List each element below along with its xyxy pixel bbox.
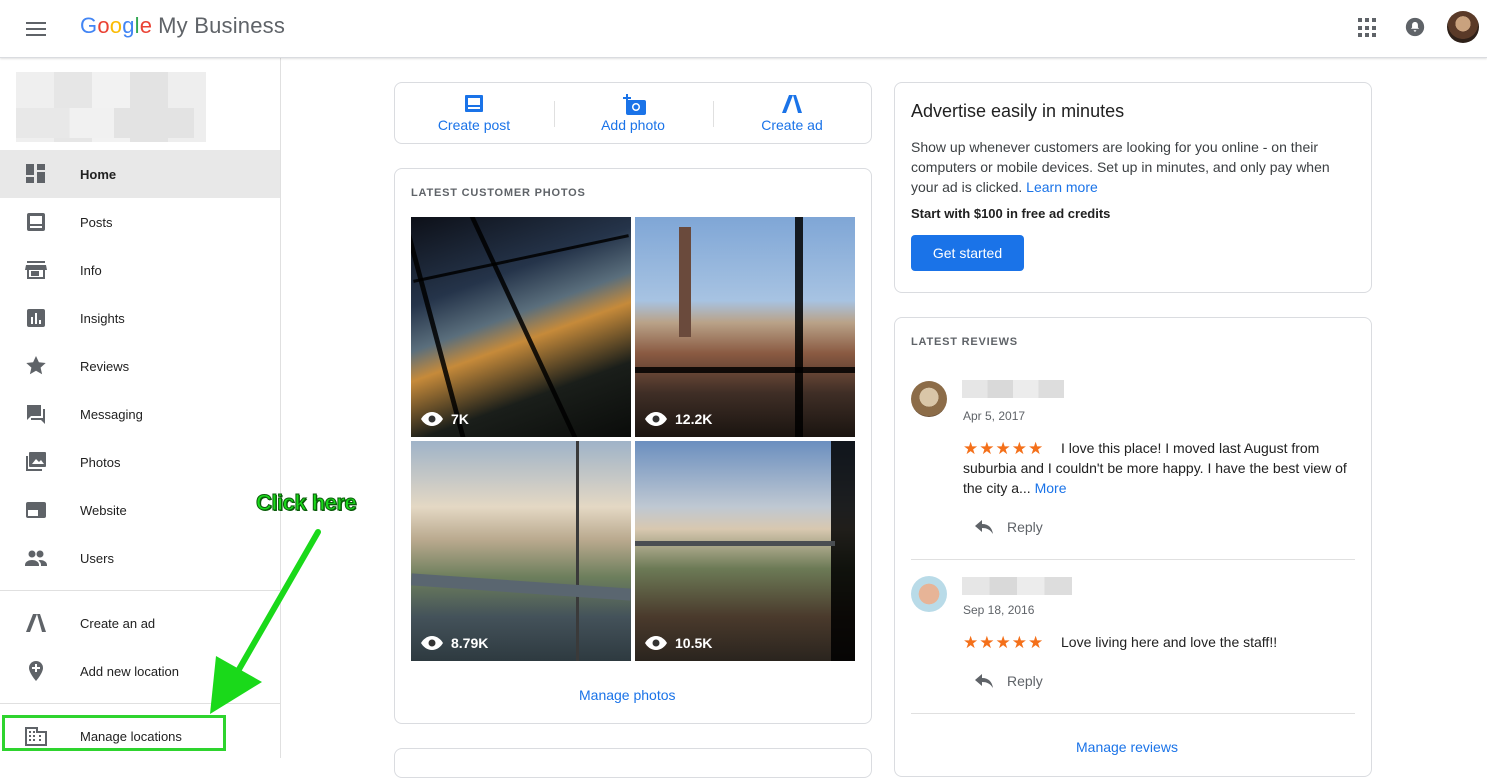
annotation-arrow-icon bbox=[210, 529, 321, 714]
ad-credits-text: Start with $100 in free ad credits bbox=[911, 206, 1111, 221]
add-photo-icon bbox=[623, 94, 646, 115]
storefront-icon bbox=[25, 261, 47, 279]
sidebar-item-messaging[interactable]: Messaging bbox=[0, 390, 280, 438]
review-date: Apr 5, 2017 bbox=[963, 409, 1026, 423]
review-stars: ★★★★★ bbox=[963, 633, 1045, 652]
learn-more-link[interactable]: Learn more bbox=[1026, 179, 1098, 195]
website-icon bbox=[26, 502, 46, 518]
posts-icon bbox=[27, 213, 45, 231]
dashboard-icon bbox=[26, 164, 45, 183]
reply-icon bbox=[975, 520, 993, 534]
sidebar-item-reviews[interactable]: Reviews bbox=[0, 342, 280, 390]
insights-icon bbox=[27, 309, 45, 327]
advertise-body: Show up whenever customers are looking f… bbox=[911, 139, 1330, 195]
photos-icon bbox=[26, 452, 46, 471]
reviewer-name-redacted bbox=[962, 380, 1064, 398]
view-count: 10.5K bbox=[645, 635, 712, 651]
annotation-highlight-box bbox=[2, 715, 226, 751]
next-card bbox=[394, 748, 872, 778]
sidebar-item-photos[interactable]: Photos bbox=[0, 438, 280, 486]
advertise-title: Advertise easily in minutes bbox=[911, 101, 1125, 121]
quick-actions-card: Create post Add photo Create ad bbox=[394, 82, 872, 144]
sidebar-item-website[interactable]: Website bbox=[0, 486, 280, 534]
review-text: Love living here and love the staff!! bbox=[1061, 634, 1278, 650]
reply-button[interactable]: Reply bbox=[975, 673, 1043, 689]
customer-photo[interactable]: 12.2K bbox=[635, 217, 855, 437]
review-divider bbox=[911, 559, 1355, 560]
sidebar-item-info[interactable]: Info bbox=[0, 246, 280, 294]
account-avatar[interactable] bbox=[1447, 11, 1479, 43]
add-photo-button[interactable]: Add photo bbox=[554, 91, 712, 137]
customer-photos-title: LATEST CUSTOMER PHOTOS bbox=[411, 187, 586, 199]
sidebar-item-home[interactable]: Home bbox=[0, 150, 280, 198]
notifications-icon[interactable] bbox=[1404, 16, 1426, 38]
create-post-button[interactable]: Create post bbox=[395, 91, 553, 137]
customer-photos-card: LATEST CUSTOMER PHOTOS 7K 12.2K 8.79K 10… bbox=[394, 168, 872, 724]
reply-button[interactable]: Reply bbox=[975, 519, 1043, 535]
create-ad-button[interactable]: Create ad bbox=[713, 91, 871, 137]
users-icon bbox=[25, 550, 47, 566]
apps-grid-icon[interactable] bbox=[1358, 18, 1378, 38]
sidebar-item-insights[interactable]: Insights bbox=[0, 294, 280, 342]
eye-icon bbox=[645, 636, 667, 650]
advertise-card: Advertise easily in minutes Show up when… bbox=[894, 82, 1372, 293]
annotation-click-here: Click here bbox=[255, 490, 357, 516]
latest-reviews-card: LATEST REVIEWS Apr 5, 2017 ★★★★★ I love … bbox=[894, 317, 1372, 777]
customer-photo[interactable]: 8.79K bbox=[411, 441, 631, 661]
view-count: 12.2K bbox=[645, 411, 712, 427]
reviewer-name-redacted bbox=[962, 577, 1072, 595]
get-started-button[interactable]: Get started bbox=[911, 235, 1024, 271]
review-divider bbox=[911, 713, 1355, 714]
eye-icon bbox=[645, 412, 667, 426]
post-icon bbox=[465, 95, 483, 112]
ads-icon bbox=[26, 614, 46, 632]
star-icon bbox=[26, 356, 46, 375]
messaging-icon bbox=[27, 405, 45, 424]
manage-photos-link[interactable]: Manage photos bbox=[579, 687, 676, 703]
customer-photo[interactable]: 10.5K bbox=[635, 441, 855, 661]
product-name: My Business bbox=[158, 13, 286, 38]
sidebar-item-posts[interactable]: Posts bbox=[0, 198, 280, 246]
menu-icon[interactable] bbox=[24, 18, 48, 40]
view-count: 7K bbox=[421, 411, 469, 427]
customer-photo[interactable]: 7K bbox=[411, 217, 631, 437]
reviewer-avatar[interactable] bbox=[911, 381, 947, 417]
ads-icon bbox=[782, 95, 802, 113]
review-text: I love this place! I moved last August f… bbox=[963, 440, 1347, 496]
business-address-redacted bbox=[16, 108, 194, 138]
add-location-icon bbox=[29, 661, 43, 681]
review-more-link[interactable]: More bbox=[1035, 480, 1067, 496]
eye-icon bbox=[421, 636, 443, 650]
top-app-bar: Google My Business bbox=[0, 0, 1487, 58]
eye-icon bbox=[421, 412, 443, 426]
manage-reviews-link[interactable]: Manage reviews bbox=[1076, 739, 1178, 755]
view-count: 8.79K bbox=[421, 635, 488, 651]
google-my-business-logo[interactable]: Google My Business bbox=[80, 13, 285, 39]
latest-reviews-title: LATEST REVIEWS bbox=[911, 336, 1018, 348]
reply-icon bbox=[975, 674, 993, 688]
reviewer-avatar[interactable] bbox=[911, 576, 947, 612]
review-date: Sep 18, 2016 bbox=[963, 603, 1035, 617]
